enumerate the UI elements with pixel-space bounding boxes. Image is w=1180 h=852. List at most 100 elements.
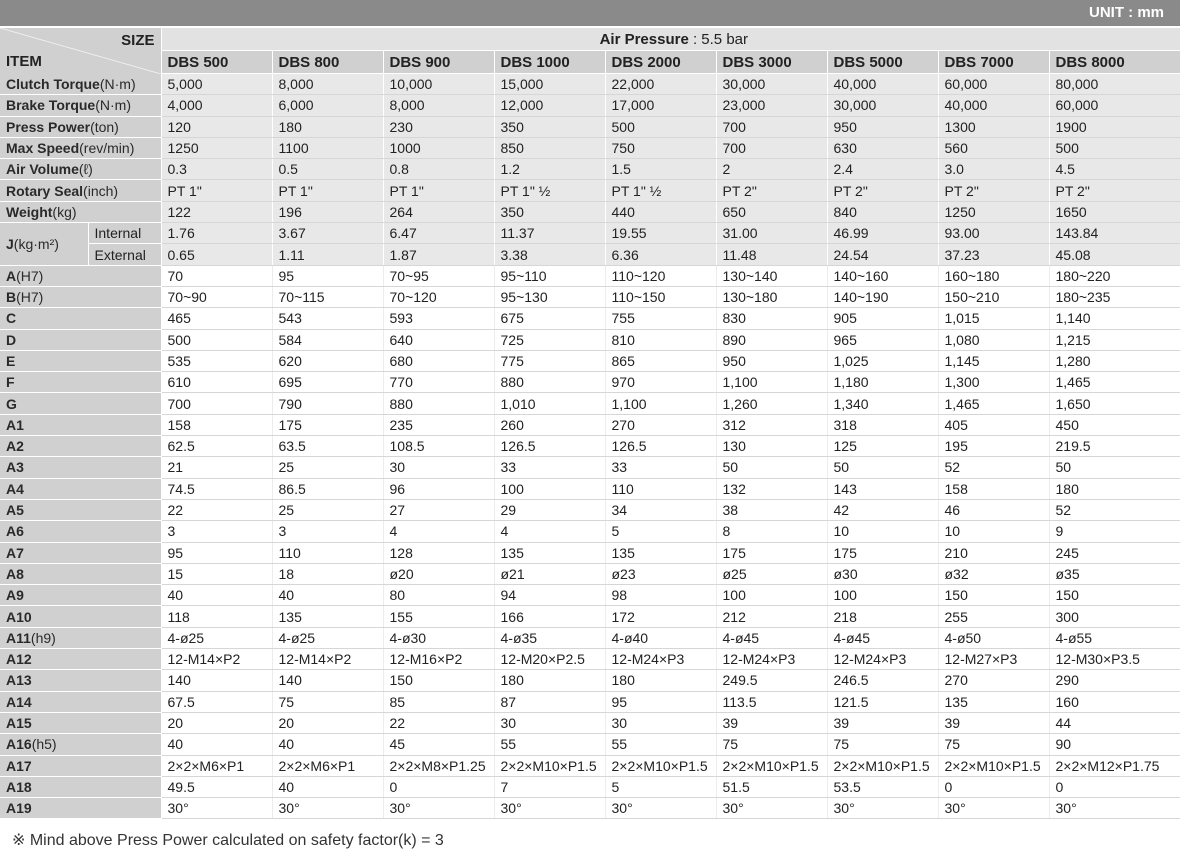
value-cell: 45.08 xyxy=(1049,243,1180,266)
row-label: A2 xyxy=(0,435,162,458)
value-cell: 95~110 xyxy=(494,264,606,287)
value-cell: 8 xyxy=(716,520,828,543)
row-label: A9 xyxy=(0,584,162,607)
value-cell: 100 xyxy=(827,584,939,607)
value-cell: 9 xyxy=(1049,520,1180,543)
value-cell: PT 2" xyxy=(827,179,939,202)
value-cell: 440 xyxy=(605,201,717,224)
value-cell: PT 1" xyxy=(272,179,384,202)
value-cell: 1.11 xyxy=(272,243,384,266)
value-cell: 95~130 xyxy=(494,286,606,309)
table-row: E 535 620 680 775 865 950 1,025 1,145 1,280 xyxy=(0,350,1180,373)
value-cell: 4-ø35 xyxy=(494,627,606,650)
model-header: DBS 3000 xyxy=(716,50,828,74)
value-cell: 350 xyxy=(494,116,606,138)
table-row: J(kg·m²) Internal 1.76 3.67 6.47 11.37 19.55 31… xyxy=(0,222,1180,266)
value-cell: 34 xyxy=(605,499,717,522)
value-cell: 33 xyxy=(605,456,717,479)
value-cell: 790 xyxy=(272,392,384,415)
table-row: D 500 584 640 725 810 890 965 1,080 1,215 xyxy=(0,329,1180,351)
value-cell: 12-M24×P3 xyxy=(716,648,828,671)
value-cell: 1,140 xyxy=(1049,307,1180,330)
value-cell: 850 xyxy=(494,137,606,160)
value-cell: 49.5 xyxy=(161,776,273,799)
row-label-name: A4 xyxy=(6,480,24,497)
row-label-name: Air Volume xyxy=(6,161,79,178)
value-cell: 7 xyxy=(494,776,606,799)
value-cell: 25 xyxy=(272,499,384,522)
value-cell: 140 xyxy=(161,669,273,692)
row-label-name: G xyxy=(6,395,17,412)
model-header: DBS 7000 xyxy=(938,50,1050,74)
spec-body: Clutch Torque(N·m) 5,000 8,000 10,000 15,000… xyxy=(0,73,1180,820)
value-cell: 4 xyxy=(383,520,495,543)
value-cell: 95 xyxy=(161,542,273,564)
row-label: F xyxy=(0,371,162,394)
value-cell: 150 xyxy=(938,584,1050,607)
row-label-name: A7 xyxy=(6,544,24,561)
value-cell: 15,000 xyxy=(494,73,606,96)
value-cell: 150 xyxy=(383,669,495,692)
value-cell: 30° xyxy=(716,797,828,820)
value-cell: 95 xyxy=(605,691,717,713)
value-cell: 535 xyxy=(161,350,273,373)
table-row: A15 20 20 22 30 30 39 39 39 44 xyxy=(0,712,1180,735)
row-label: Rotary Seal(inch) xyxy=(0,179,162,202)
value-cell: 30° xyxy=(827,797,939,820)
row-label-name: A14 xyxy=(6,693,32,710)
value-cell: 143.84 xyxy=(1049,222,1180,245)
value-cell: 219.5 xyxy=(1049,435,1180,458)
value-cell: 40 xyxy=(272,584,384,607)
value-cell: 80 xyxy=(383,584,495,607)
value-cell: 125 xyxy=(827,435,939,458)
value-cell: 38 xyxy=(716,499,828,522)
value-cell: 110 xyxy=(605,478,717,500)
row-label-name: A15 xyxy=(6,715,32,732)
value-cell: 880 xyxy=(494,371,606,394)
value-cell: 55 xyxy=(605,733,717,756)
value-cell: 44 xyxy=(1049,712,1180,735)
value-cell: 3.67 xyxy=(272,222,384,245)
value-cell: 1,465 xyxy=(1049,371,1180,394)
value-cell: 12-M30×P3.5 xyxy=(1049,648,1180,671)
row-label: A6 xyxy=(0,520,162,543)
row-label-name: A16 xyxy=(6,736,32,753)
value-cell: 10 xyxy=(827,520,939,543)
footnote: ※ Mind above Press Power calculated on s… xyxy=(12,832,444,849)
value-cell: 1,080 xyxy=(938,329,1050,351)
corner-cell: SIZE ITEM xyxy=(0,28,162,74)
value-cell: 4-ø30 xyxy=(383,627,495,650)
row-label: B(H7) xyxy=(0,286,162,309)
value-cell: 1.76 xyxy=(161,222,273,245)
value-cell: 40 xyxy=(272,733,384,756)
value-cell: 8,000 xyxy=(272,73,384,96)
value-cell: 158 xyxy=(938,478,1050,500)
model-header: DBS 5000 xyxy=(827,50,939,74)
table-row: A14 67.5 75 85 87 95 113.5 121.5 135 160 xyxy=(0,691,1180,713)
value-cell: ø23 xyxy=(605,563,717,586)
row-label-name: A12 xyxy=(6,651,32,668)
value-cell: 1,465 xyxy=(938,392,1050,415)
value-cell: 100 xyxy=(716,584,828,607)
value-cell: 810 xyxy=(605,329,717,351)
value-cell: 560 xyxy=(938,137,1050,160)
value-cell: 12-M16×P2 xyxy=(383,648,495,671)
value-cell: 0.8 xyxy=(383,158,495,181)
value-cell: 1,180 xyxy=(827,371,939,394)
value-cell: 2×2×M6×P1 xyxy=(272,755,384,777)
value-cell: 1,145 xyxy=(938,350,1050,373)
size-label: SIZE xyxy=(121,32,155,49)
value-cell: 39 xyxy=(827,712,939,735)
row-label-name: Press Power xyxy=(6,118,91,135)
value-cell: 950 xyxy=(827,116,939,138)
value-cell: 3 xyxy=(161,520,273,543)
value-cell: 1,015 xyxy=(938,307,1050,330)
value-cell: 135 xyxy=(272,605,384,628)
row-label: A18 xyxy=(0,776,162,799)
value-cell: 30 xyxy=(383,456,495,479)
row-label-unit: (kg·m²) xyxy=(13,235,59,252)
row-label: Max Speed(rev/min) xyxy=(0,137,162,160)
value-cell: 230 xyxy=(383,116,495,138)
value-cell: 5 xyxy=(605,776,717,799)
value-cell: 27 xyxy=(383,499,495,522)
